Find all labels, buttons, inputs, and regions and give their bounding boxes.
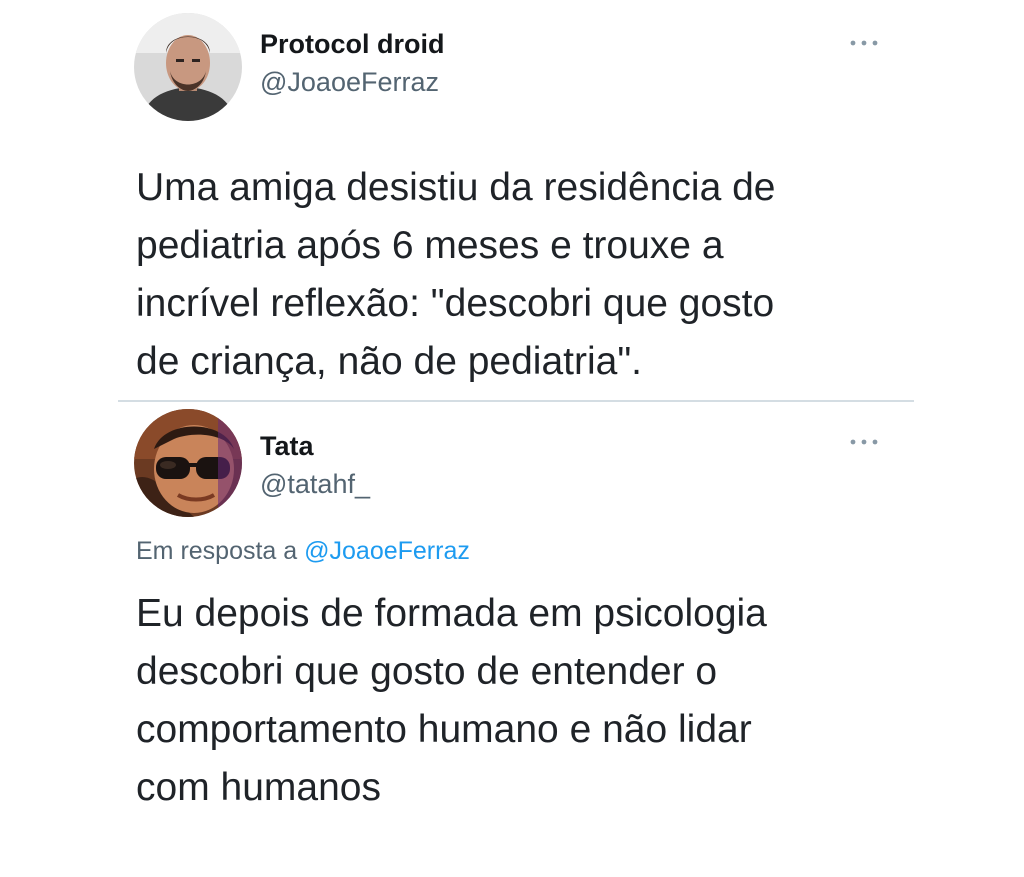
display-name[interactable]: Tata — [260, 430, 314, 462]
avatar[interactable] — [134, 409, 242, 517]
more-options-button[interactable] — [844, 33, 884, 53]
user-handle[interactable]: @JoaoeFerraz — [260, 66, 439, 98]
more-options-icon — [850, 439, 878, 445]
profile-photo-icon — [134, 13, 242, 121]
avatar[interactable] — [134, 13, 242, 121]
more-options-button[interactable] — [844, 432, 884, 452]
tweet-text: Uma amiga desistiu da residência de pedi… — [136, 166, 776, 383]
user-handle[interactable]: @tatahf_ — [260, 468, 370, 500]
display-name[interactable]: Protocol droid — [260, 28, 445, 60]
tweet-original[interactable]: Protocol droid @JoaoeFerraz Uma amiga de… — [0, 0, 1024, 400]
reply-context: Em resposta a @JoaoeFerraz — [136, 535, 470, 567]
more-options-icon — [850, 40, 878, 46]
divider — [118, 400, 914, 402]
profile-photo-icon — [134, 409, 242, 517]
reply-prefix: Em resposta a — [136, 537, 298, 565]
reply-to-link[interactable]: @JoaoeFerraz — [304, 537, 470, 565]
tweet-text: Eu depois de formada em psicologia desco… — [136, 592, 767, 809]
tweet-reply[interactable]: Tata @tatahf_ Em resposta a @JoaoeFerraz… — [0, 404, 1024, 877]
